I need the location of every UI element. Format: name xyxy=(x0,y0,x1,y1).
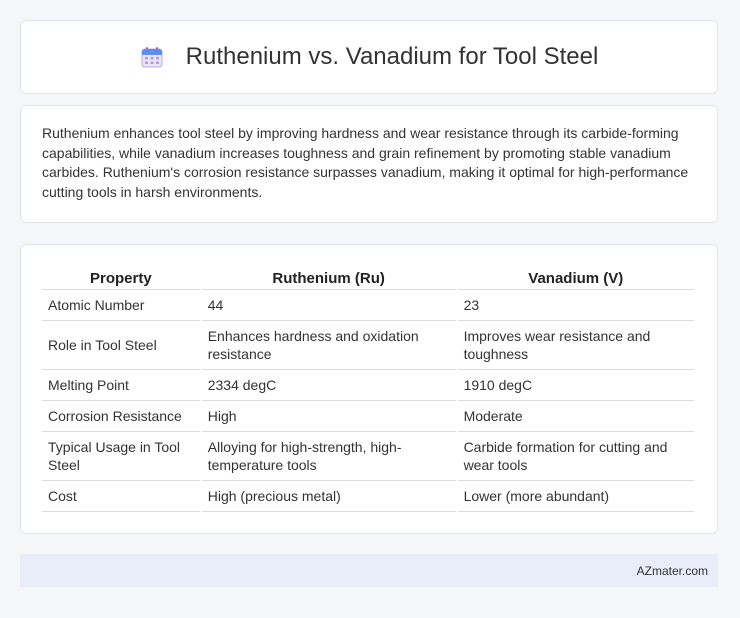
table-row: Typical Usage in Tool Steel Alloying for… xyxy=(42,432,694,481)
cell-vanadium: 23 xyxy=(457,290,694,321)
cell-ruthenium: Alloying for high-strength, high-tempera… xyxy=(201,432,456,481)
cell-property: Role in Tool Steel xyxy=(42,321,200,370)
cell-property: Cost xyxy=(42,481,200,512)
cell-vanadium: Carbide formation for cutting and wear t… xyxy=(457,432,694,481)
footer: AZmater.com xyxy=(20,554,718,587)
page-title: Ruthenium vs. Vanadium for Tool Steel xyxy=(185,43,599,70)
cell-vanadium: Moderate xyxy=(457,401,694,432)
summary-card: Ruthenium enhances tool steel by improvi… xyxy=(20,105,718,223)
table-row: Atomic Number 44 23 xyxy=(42,290,694,321)
cell-ruthenium: 44 xyxy=(201,290,456,321)
table-header-row: Property Ruthenium (Ru) Vanadium (V) xyxy=(42,265,694,290)
cell-property: Corrosion Resistance xyxy=(42,401,200,432)
comparison-table-card: Property Ruthenium (Ru) Vanadium (V) Ato… xyxy=(20,244,718,534)
cell-ruthenium: High (precious metal) xyxy=(201,481,456,512)
footer-brand: AZmater.com xyxy=(636,563,708,578)
cell-ruthenium: 2334 degC xyxy=(201,370,456,401)
cell-vanadium: 1910 degC xyxy=(457,370,694,401)
table-row: Cost High (precious metal) Lower (more a… xyxy=(42,481,694,512)
summary-text: Ruthenium enhances tool steel by improvi… xyxy=(42,125,689,200)
page: Ruthenium vs. Vanadium for Tool Steel Ru… xyxy=(0,0,740,618)
header-property: Property xyxy=(42,265,200,290)
table-row: Melting Point 2334 degC 1910 degC xyxy=(42,370,694,401)
cell-property: Melting Point xyxy=(42,370,200,401)
title-card: Ruthenium vs. Vanadium for Tool Steel xyxy=(20,20,718,94)
table-row: Corrosion Resistance High Moderate xyxy=(42,401,694,432)
cell-vanadium: Improves wear resistance and toughness xyxy=(457,321,694,370)
header-vanadium: Vanadium (V) xyxy=(457,265,694,290)
header-ruthenium: Ruthenium (Ru) xyxy=(201,265,456,290)
cell-vanadium: Lower (more abundant) xyxy=(457,481,694,512)
comparison-table: Property Ruthenium (Ru) Vanadium (V) Ato… xyxy=(40,265,696,512)
calendar-icon xyxy=(140,45,164,69)
cell-ruthenium: High xyxy=(201,401,456,432)
cell-property: Atomic Number xyxy=(42,290,200,321)
cell-ruthenium: Enhances hardness and oxidation resistan… xyxy=(201,321,456,370)
table-row: Role in Tool Steel Enhances hardness and… xyxy=(42,321,694,370)
cell-property: Typical Usage in Tool Steel xyxy=(42,432,200,481)
